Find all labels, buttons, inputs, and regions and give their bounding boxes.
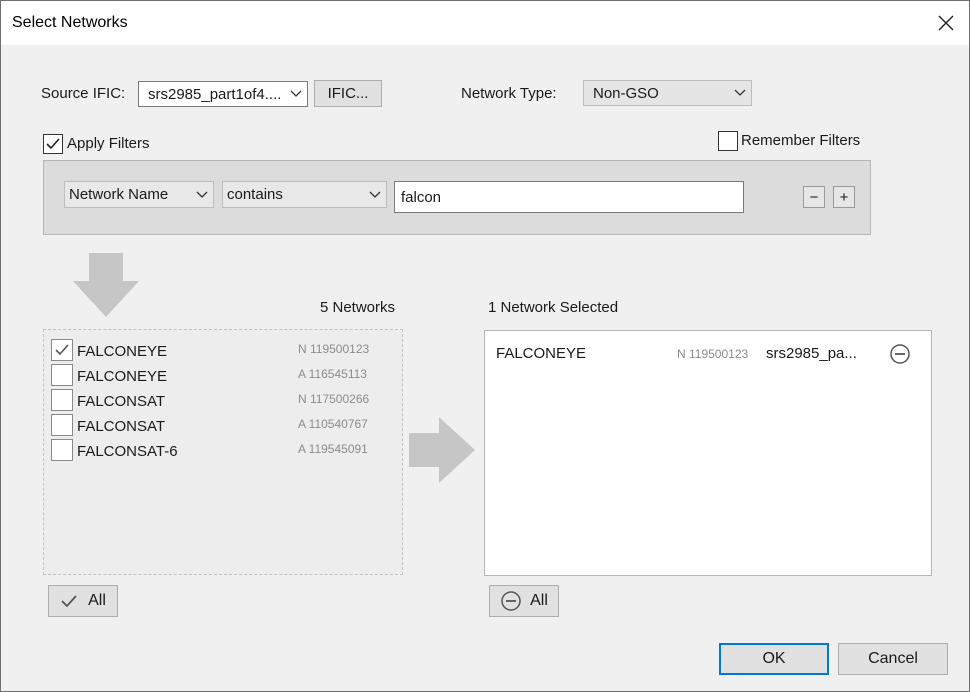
source-ific-label: Source IFIC: <box>41 85 126 102</box>
network-code: A 116545113 <box>298 367 367 381</box>
chevron-down-icon <box>364 191 386 199</box>
available-count-label: 5 Networks <box>320 299 396 316</box>
arrow-right-icon <box>409 417 475 483</box>
network-checkbox[interactable] <box>51 414 73 436</box>
remove-filter-button[interactable]: − <box>803 186 825 208</box>
network-checkbox[interactable] <box>51 389 73 411</box>
network-code: N 117500266 <box>298 392 370 406</box>
filter-field-value: Network Name <box>69 186 169 203</box>
remember-filters-checkbox[interactable] <box>718 131 738 151</box>
remember-filters-label: Remember Filters <box>741 132 861 149</box>
checkmark-icon <box>46 138 60 150</box>
filter-value-text: falcon <box>401 188 442 206</box>
network-name: FALCONEYE <box>496 345 587 362</box>
list-item[interactable]: FALCONEYE A 116545113 <box>51 364 401 386</box>
network-code: A 119545091 <box>298 442 368 456</box>
source-ific-select[interactable]: srs2985_part1of4.... <box>138 81 308 107</box>
selected-networks-list: FALCONEYE N 119500123 srs2985_pa... <box>484 330 932 576</box>
add-filter-button[interactable]: + <box>833 186 855 208</box>
remove-network-button[interactable] <box>889 343 911 365</box>
available-networks-list: FALCONEYE N 119500123 FALCONEYE A 116545… <box>43 329 403 575</box>
minus-circle-icon <box>890 344 910 364</box>
chevron-down-icon <box>729 89 751 97</box>
network-type-label: Network Type: <box>461 85 557 102</box>
arrow-down-icon <box>73 253 139 317</box>
selected-count-label: 1 Network Selected <box>488 299 619 316</box>
filter-panel: Network Name contains falcon − + <box>43 160 871 235</box>
cancel-button[interactable]: Cancel <box>838 643 948 675</box>
close-button[interactable] <box>923 1 969 45</box>
network-checkbox[interactable] <box>51 364 73 386</box>
network-checkbox[interactable] <box>51 339 73 361</box>
list-item[interactable]: FALCONSAT A 110540767 <box>51 414 401 436</box>
network-name: FALCONEYE <box>77 343 168 360</box>
ific-browse-button[interactable]: IFIC... <box>314 80 382 107</box>
list-item[interactable]: FALCONEYE N 119500123 srs2985_pa... <box>485 341 931 367</box>
ok-button[interactable]: OK <box>719 643 829 675</box>
list-item[interactable]: FALCONSAT-6 A 119545091 <box>51 439 401 461</box>
select-all-label: All <box>88 592 106 609</box>
list-item[interactable]: FALCONSAT N 117500266 <box>51 389 401 411</box>
network-name: FALCONSAT <box>77 418 166 435</box>
network-checkbox[interactable] <box>51 439 73 461</box>
close-icon <box>938 15 954 31</box>
network-type-value: Non-GSO <box>593 84 659 102</box>
minus-circle-icon <box>501 591 521 611</box>
checkmark-icon <box>61 595 77 608</box>
filter-operator-select[interactable]: contains <box>222 181 387 208</box>
network-name: FALCONEYE <box>77 368 168 385</box>
network-type-select[interactable]: Non-GSO <box>583 80 752 106</box>
network-name: FALCONSAT-6 <box>77 443 178 460</box>
remove-all-label: All <box>530 592 548 609</box>
network-source: srs2985_pa... <box>766 345 857 362</box>
list-item[interactable]: FALCONEYE N 119500123 <box>51 339 401 361</box>
apply-filters-checkbox[interactable] <box>43 134 63 154</box>
checkmark-icon <box>55 344 69 356</box>
network-name: FALCONSAT <box>77 393 166 410</box>
filter-value-input[interactable]: falcon <box>394 181 744 213</box>
select-all-button[interactable]: All <box>48 585 118 617</box>
dialog-window: Select Networks Source IFIC: srs2985_par… <box>0 0 970 692</box>
source-ific-value: srs2985_part1of4.... <box>148 85 282 103</box>
remove-all-button[interactable]: All <box>489 585 559 617</box>
chevron-down-icon <box>191 191 213 199</box>
dialog-title: Select Networks <box>12 14 128 31</box>
chevron-down-icon <box>285 90 307 98</box>
network-code: N 119500123 <box>298 342 370 356</box>
network-code: N 119500123 <box>677 347 749 361</box>
network-code: A 110540767 <box>298 417 368 431</box>
title-bar: Select Networks <box>1 1 969 45</box>
apply-filters-label: Apply Filters <box>67 135 150 152</box>
filter-operator-value: contains <box>227 186 283 203</box>
filter-field-select[interactable]: Network Name <box>64 181 214 208</box>
